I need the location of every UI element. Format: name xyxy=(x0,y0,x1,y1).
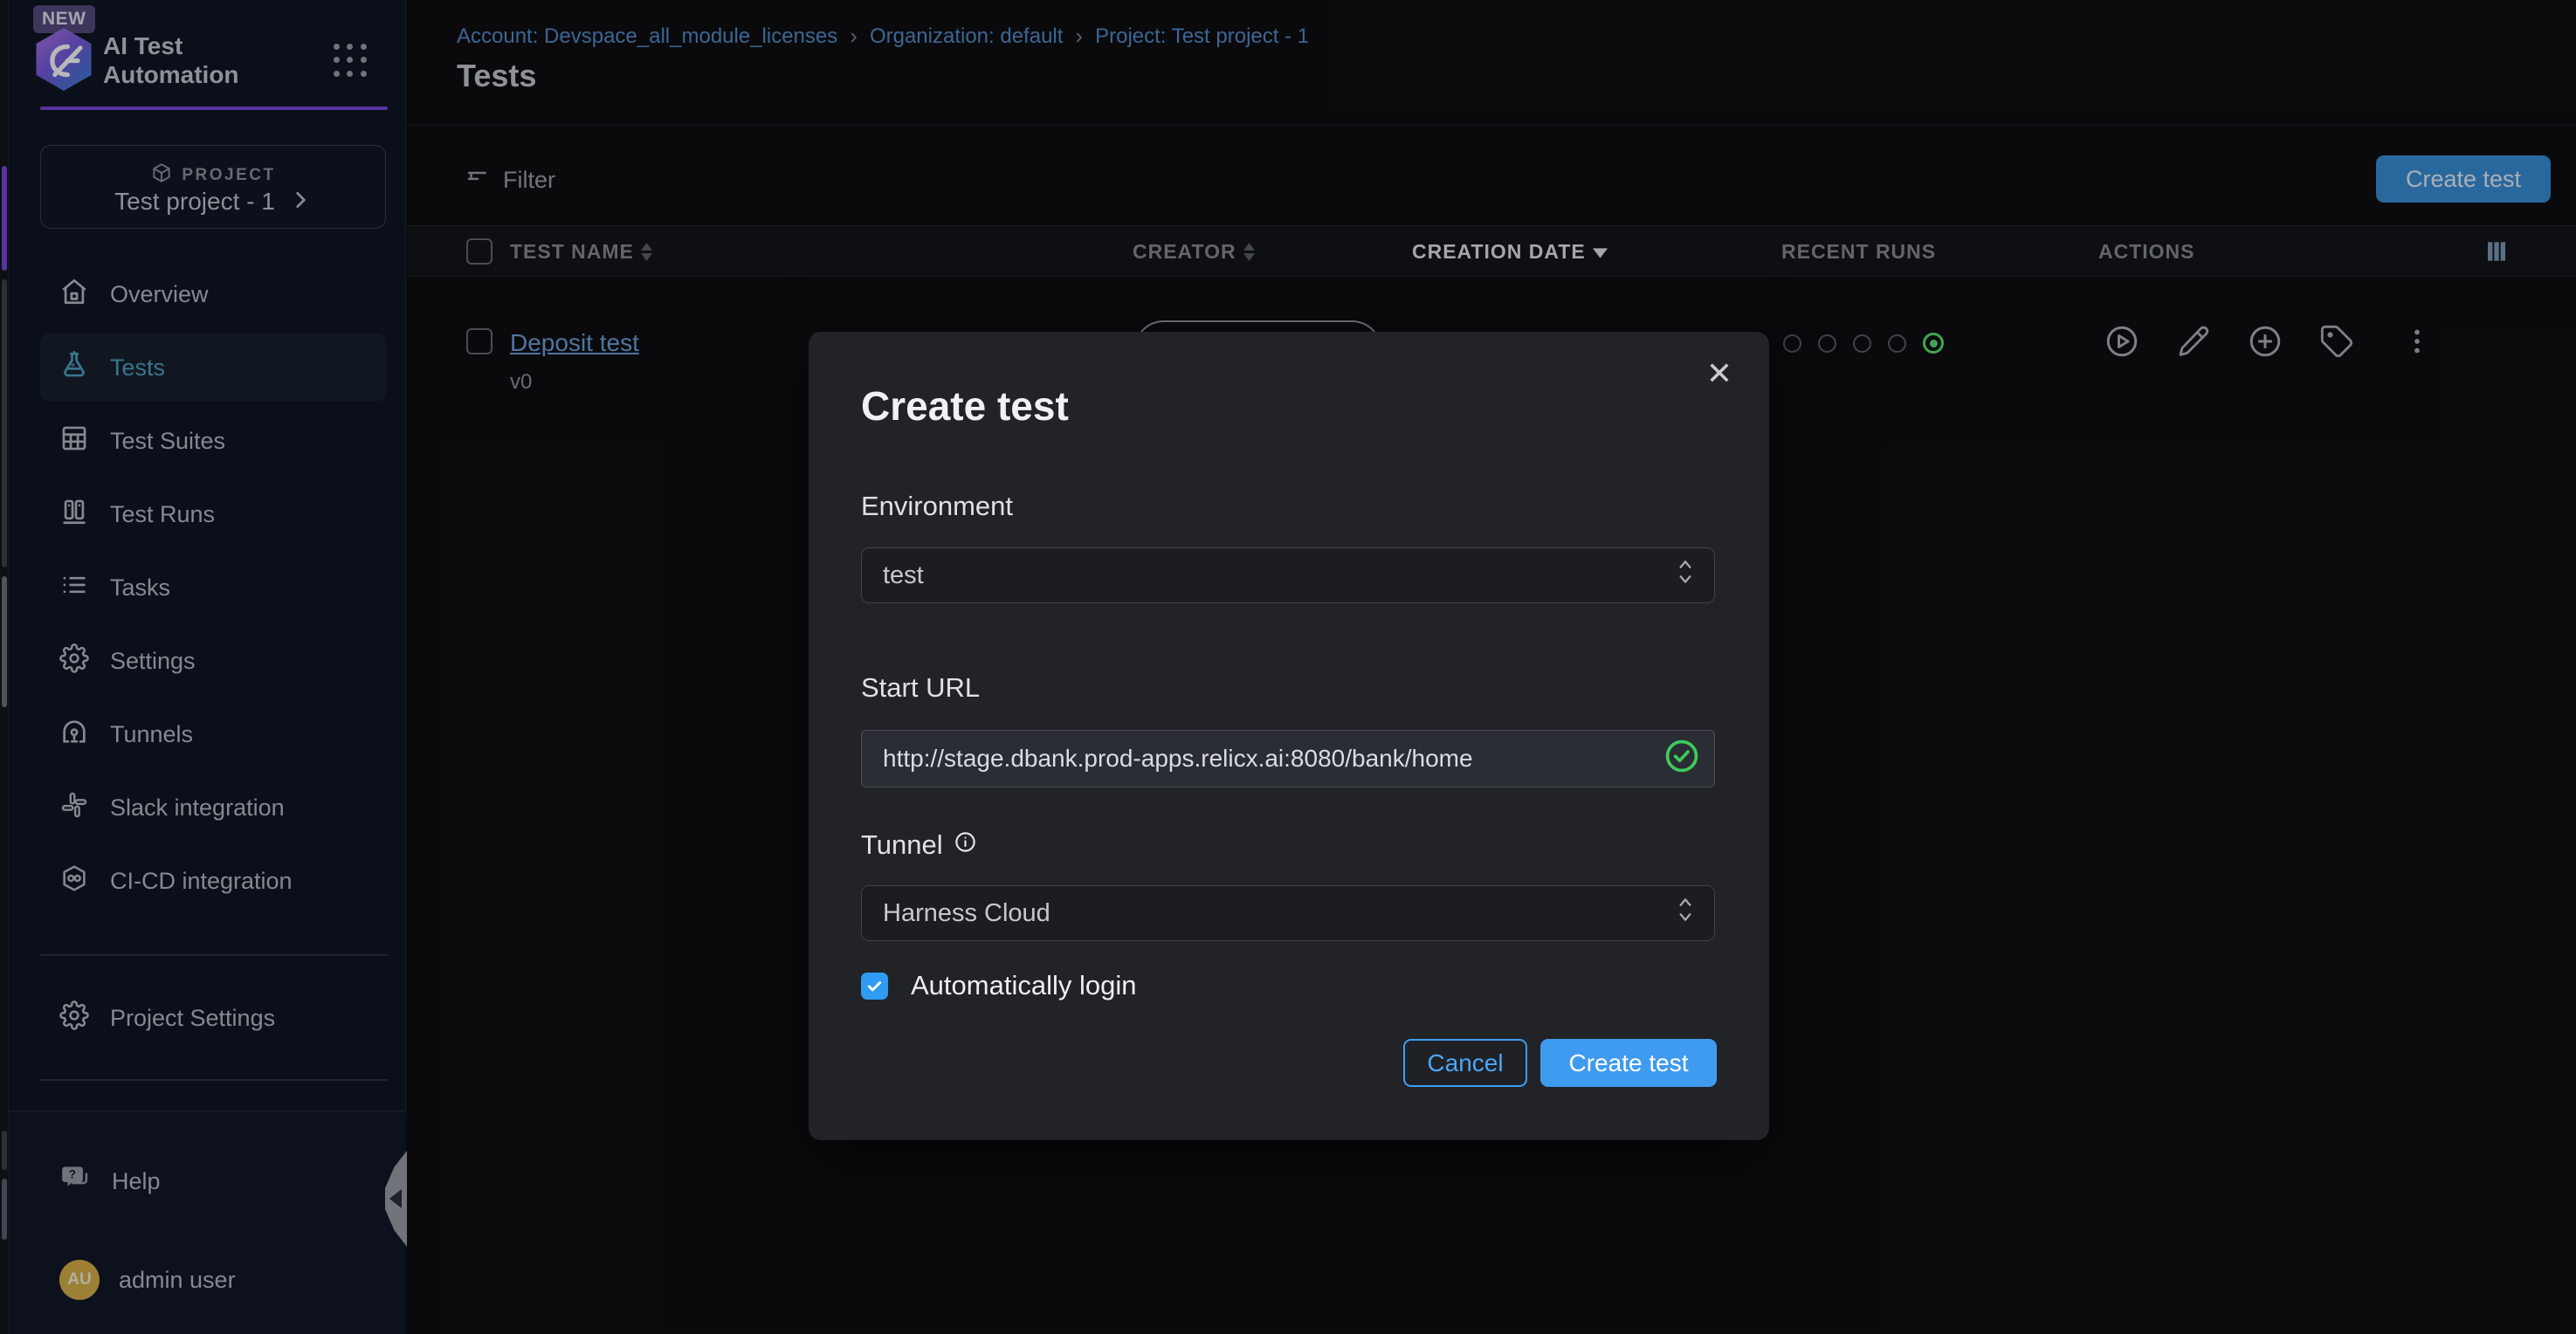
create-test-submit-button[interactable]: Create test xyxy=(1540,1039,1717,1087)
auto-login-row: Automatically login xyxy=(861,970,1136,1001)
start-url-input[interactable]: http://stage.dbank.prod-apps.relicx.ai:8… xyxy=(861,730,1715,787)
app-root: NEW AI Test Automation PROJECT Test proj… xyxy=(0,0,2576,1334)
start-url-label: Start URL xyxy=(861,672,980,704)
valid-check-icon xyxy=(1663,738,1700,780)
environment-select[interactable]: test xyxy=(861,547,1715,603)
environment-value: test xyxy=(883,561,924,590)
select-chevrons-icon xyxy=(1676,895,1695,932)
create-test-modal: ✕ Create test Environment test Start URL… xyxy=(809,332,1769,1140)
close-icon[interactable]: ✕ xyxy=(1706,358,1732,389)
cancel-button[interactable]: Cancel xyxy=(1403,1039,1527,1087)
modal-title: Create test xyxy=(861,382,1069,430)
auto-login-label: Automatically login xyxy=(911,970,1136,1001)
environment-label: Environment xyxy=(861,491,1013,522)
auto-login-checkbox[interactable] xyxy=(861,973,888,1000)
info-icon[interactable] xyxy=(954,829,977,861)
tunnel-label: Tunnel xyxy=(861,829,977,861)
start-url-value: http://stage.dbank.prod-apps.relicx.ai:8… xyxy=(883,745,1473,773)
tunnel-select[interactable]: Harness Cloud xyxy=(861,885,1715,941)
select-chevrons-icon xyxy=(1676,557,1695,594)
tunnel-value: Harness Cloud xyxy=(883,899,1050,928)
